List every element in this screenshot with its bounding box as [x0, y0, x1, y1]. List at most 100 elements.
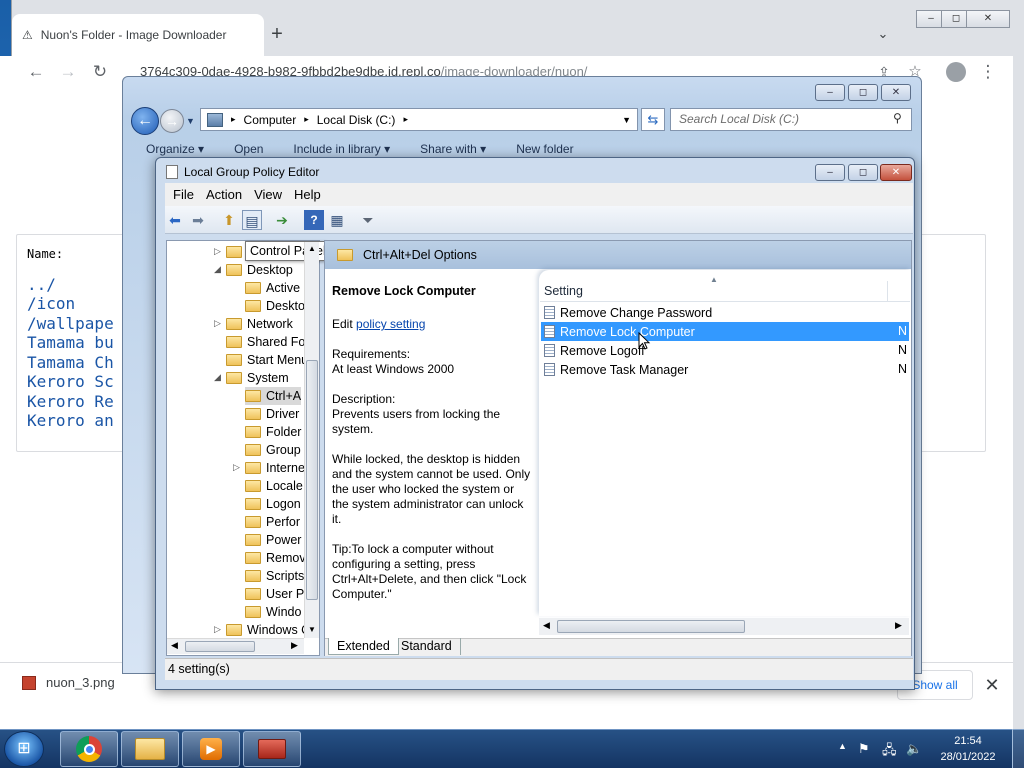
tree-vertical-scrollbar[interactable]: ▲ ▼ [304, 242, 319, 638]
setting-row[interactable]: Remove Task Manager N [541, 360, 909, 379]
listing-link[interactable]: ../ [27, 275, 56, 294]
action-center-flag-icon[interactable]: ⚑ [858, 741, 870, 757]
gpedit-maximize-button[interactable]: ◻ [848, 164, 878, 181]
refresh-icon[interactable]: ⇆ [641, 108, 665, 131]
taskbar-media-player[interactable]: ▶ [182, 731, 240, 767]
scroll-up-icon[interactable]: ▲ [308, 244, 316, 253]
tree-node[interactable]: Remov [245, 549, 306, 567]
listing-link[interactable]: Keroro Re [27, 392, 114, 411]
help-icon[interactable]: ? [304, 210, 324, 230]
taskbar-explorer[interactable] [121, 731, 179, 767]
expand-arrow-icon[interactable]: ▷ [214, 246, 221, 257]
setting-column-header[interactable]: Setting [544, 284, 583, 298]
forward-arrow-icon[interactable]: → [58, 62, 78, 82]
scroll-down-icon[interactable]: ▼ [308, 625, 316, 634]
tab-standard[interactable]: Standard [393, 638, 461, 655]
setting-row[interactable]: Remove Lock Computer N [541, 322, 909, 341]
tree-node[interactable]: Perfor [245, 513, 300, 531]
breadcrumb-local-disk[interactable]: Local Disk (C:) [317, 113, 396, 127]
forward-arrow-icon[interactable]: ➡ [188, 210, 208, 230]
download-item[interactable]: nuon_3.png [22, 675, 115, 690]
menu-action[interactable]: Action [200, 183, 248, 206]
export-list-icon[interactable]: ➔ [272, 210, 292, 230]
list-horizontal-scrollbar[interactable]: ◀ ▶ [539, 618, 909, 635]
listing-link[interactable]: Keroro an [27, 411, 114, 430]
scroll-right-icon[interactable]: ▶ [895, 620, 902, 631]
taskbar-chrome[interactable] [60, 731, 118, 767]
scroll-left-icon[interactable]: ◀ [543, 620, 550, 631]
collapse-arrow-icon[interactable]: ◢ [214, 264, 221, 275]
explorer-maximize-button[interactable]: ◻ [848, 84, 878, 101]
tree-node[interactable]: Power [245, 531, 301, 549]
setting-row[interactable]: Remove Change Password [541, 303, 909, 322]
tree-node[interactable]: Deskto [245, 297, 305, 315]
collapse-arrow-icon[interactable]: ◢ [214, 372, 221, 383]
explorer-search-input[interactable]: Search Local Disk (C:) [670, 108, 912, 131]
tree-node[interactable]: Group [245, 441, 301, 459]
expand-arrow-icon[interactable]: ▷ [214, 624, 221, 635]
menu-file[interactable]: File [167, 183, 200, 206]
search-icon[interactable]: ⚲ [893, 111, 902, 125]
scroll-right-icon[interactable]: ▶ [291, 640, 298, 651]
tree-node[interactable]: Shared Fol [226, 333, 308, 351]
close-shelf-icon[interactable]: ✕ [982, 675, 1002, 695]
tree-node[interactable]: Start Menu [226, 351, 308, 369]
tree-node[interactable]: Ctrl+A [245, 387, 302, 405]
show-hide-tree-icon[interactable]: ▤ [242, 210, 262, 230]
gpedit-minimize-button[interactable]: – [815, 164, 845, 181]
expand-arrow-icon[interactable]: ▷ [233, 462, 240, 473]
tree-node[interactable]: Windows C [226, 621, 310, 639]
taskbar-clock[interactable]: 21:54 28/01/2022 [932, 733, 1004, 765]
back-arrow-icon[interactable]: ⬅ [165, 210, 185, 230]
listing-link[interactable]: Tamama bu [27, 333, 114, 352]
explorer-forward-icon[interactable]: → [160, 109, 184, 133]
explorer-close-button[interactable]: ✕ [881, 84, 911, 101]
breadcrumb-computer[interactable]: Computer [244, 113, 297, 127]
tree-node[interactable]: User Pr [245, 585, 308, 603]
address-dropdown-icon[interactable]: ▼ [622, 115, 631, 125]
back-arrow-icon[interactable]: ← [26, 62, 46, 82]
scroll-left-icon[interactable]: ◀ [171, 640, 178, 651]
expand-arrow-icon[interactable]: ▷ [214, 318, 221, 329]
tab-extended[interactable]: Extended [328, 638, 399, 655]
recent-pages-chevron-icon[interactable]: ▼ [186, 116, 195, 126]
volume-muted-icon[interactable]: 🔈 [906, 741, 922, 757]
tree-node[interactable]: Windo [245, 603, 301, 621]
show-desktop-button[interactable] [1012, 729, 1024, 768]
explorer-back-icon[interactable]: ← [131, 107, 159, 135]
setting-row[interactable]: Remove Logoff N [541, 341, 909, 360]
tree-node[interactable]: Locale [245, 477, 303, 495]
network-icon[interactable]: 🖧 [882, 741, 897, 763]
tree-node[interactable]: Scripts [245, 567, 304, 585]
tree-node[interactable]: Network [226, 315, 293, 333]
show-hidden-icons-icon[interactable]: ▲ [838, 741, 847, 751]
tree-node[interactable]: System [226, 369, 289, 387]
tree-node[interactable]: Logon [245, 495, 301, 513]
chrome-menu-icon[interactable]: ⋮ [978, 62, 998, 82]
new-tab-button[interactable]: + [266, 24, 288, 46]
gpedit-close-button[interactable]: ✕ [880, 164, 912, 181]
tree-node[interactable]: Desktop [226, 261, 293, 279]
policy-setting-link[interactable]: policy setting [356, 317, 425, 331]
menu-view[interactable]: View [248, 183, 288, 206]
properties-icon[interactable]: ▦ [327, 210, 347, 230]
menu-help[interactable]: Help [288, 183, 327, 206]
tree-node[interactable]: Active [245, 279, 300, 297]
listing-link[interactable]: /icon [27, 294, 75, 313]
explorer-minimize-button[interactable]: – [815, 84, 845, 101]
listing-link[interactable]: Tamama Ch [27, 353, 114, 372]
filter-icon[interactable]: ⏷ [358, 210, 378, 230]
profile-avatar-icon[interactable] [946, 62, 966, 82]
tab-search-icon[interactable]: ⌄ [874, 26, 892, 44]
tree-node[interactable]: Driver [245, 405, 299, 423]
tree-node[interactable]: Interne [245, 459, 305, 477]
tree-node[interactable]: Folder [245, 423, 301, 441]
up-folder-icon[interactable]: ⬆ [219, 210, 239, 230]
tree-horizontal-scrollbar[interactable]: ◀ ▶ [167, 638, 304, 654]
listing-link[interactable]: Keroro Sc [27, 372, 114, 391]
start-button[interactable]: ⊞ [4, 731, 44, 767]
taskbar-gpedit[interactable] [243, 731, 301, 767]
listing-link[interactable]: /wallpape [27, 314, 114, 333]
reload-icon[interactable]: ↻ [90, 62, 110, 82]
browser-tab[interactable]: ⚠ Nuon's Folder - Image Downloader [12, 14, 264, 56]
